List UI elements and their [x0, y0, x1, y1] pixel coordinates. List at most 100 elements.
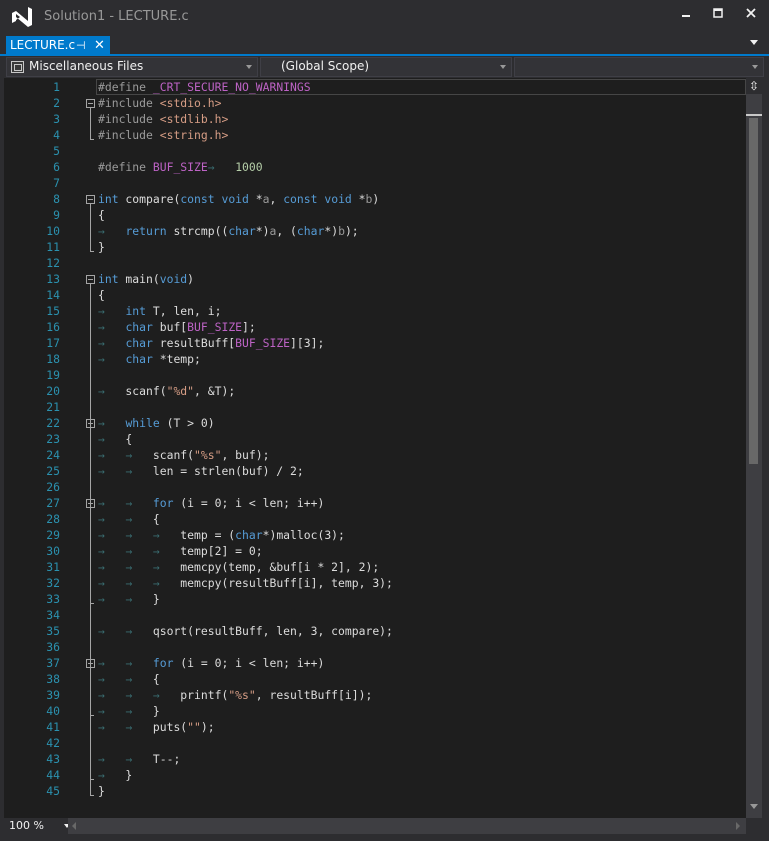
- code-token: char: [125, 336, 153, 350]
- code-line[interactable]: 2 #include <stdio.h>: [4, 95, 746, 111]
- code-line[interactable]: 4 #include <string.h>: [4, 127, 746, 143]
- code-line[interactable]: 1 #define _CRT_SECURE_NO_WARNINGS: [4, 79, 746, 95]
- code-token: T--;: [132, 752, 181, 766]
- code-line[interactable]: 17 → char resultBuff[BUF_SIZE][3];: [4, 335, 746, 351]
- code-line[interactable]: 22 → while (T > 0): [4, 415, 746, 431]
- scroll-right-icon[interactable]: [736, 822, 740, 830]
- code-token: <stdio.h>: [152, 96, 222, 110]
- code-token: {: [132, 512, 160, 526]
- code-token: *): [324, 224, 339, 238]
- tab-close-icon[interactable]: ✕: [94, 36, 105, 55]
- code-token: →: [98, 352, 105, 366]
- code-line[interactable]: 30 → → → temp[2] = 0;: [4, 543, 746, 559]
- split-window-icon[interactable]: ⇳: [746, 78, 762, 94]
- code-line[interactable]: 44 → }: [4, 767, 746, 783]
- code-text: → → T--;: [98, 751, 180, 767]
- code-line[interactable]: 43 → → T--;: [4, 751, 746, 767]
- code-line[interactable]: 7: [4, 175, 746, 191]
- collapse-icon[interactable]: [86, 99, 95, 108]
- code-editor[interactable]: 1 #define _CRT_SECURE_NO_WARNINGS 2 #includ…: [4, 78, 746, 818]
- maximize-button[interactable]: [705, 4, 731, 26]
- pin-icon[interactable]: ⊣: [76, 36, 86, 55]
- zoom-dropdown[interactable]: 100 %: [6, 818, 70, 834]
- code-line[interactable]: 32 → → → memcpy(resultBuff[i], temp, 3);: [4, 575, 746, 591]
- code-line[interactable]: 25 → → len = strlen(buf) / 2;: [4, 463, 746, 479]
- code-line[interactable]: 8 int compare(const void *a, const void *…: [4, 191, 746, 207]
- code-line[interactable]: 20 → scanf("%d", &T);: [4, 383, 746, 399]
- scope-dropdown[interactable]: (Global Scope): [260, 57, 512, 77]
- code-line[interactable]: 36: [4, 639, 746, 655]
- code-line[interactable]: 45}: [4, 783, 746, 799]
- code-line[interactable]: 29 → → → temp = (char*)malloc(3);: [4, 527, 746, 543]
- code-line[interactable]: 24 → → scanf("%s", buf);: [4, 447, 746, 463]
- collapse-icon[interactable]: [86, 195, 95, 204]
- line-number: 13: [46, 272, 60, 286]
- code-token: ): [372, 192, 380, 206]
- code-text: }: [98, 239, 105, 255]
- close-window-button[interactable]: [738, 4, 764, 26]
- code-line[interactable]: 5: [4, 143, 746, 159]
- code-line[interactable]: 28 → → {: [4, 511, 746, 527]
- code-line[interactable]: 19: [4, 367, 746, 383]
- code-line[interactable]: 9{: [4, 207, 746, 223]
- code-text: → → puts("");: [98, 719, 215, 735]
- code-token: <stdlib.h>: [152, 112, 229, 126]
- code-line[interactable]: 33 → → }: [4, 591, 746, 607]
- code-token: #define: [98, 160, 147, 174]
- code-line[interactable]: 26: [4, 479, 746, 495]
- code-line[interactable]: 37 → → for (i = 0; i < len; i++): [4, 655, 746, 671]
- code-line[interactable]: 12: [4, 255, 746, 271]
- code-line[interactable]: 41 → → puts("");: [4, 719, 746, 735]
- scroll-down-icon[interactable]: [750, 804, 758, 809]
- code-token: {: [98, 208, 105, 222]
- line-number: 1: [53, 80, 60, 94]
- vertical-scrollbar[interactable]: ⇳: [746, 78, 762, 818]
- code-line[interactable]: 38 → → {: [4, 671, 746, 687]
- tab-overflow-dropdown-icon[interactable]: [750, 40, 758, 45]
- member-dropdown[interactable]: [514, 57, 764, 77]
- scroll-left-icon[interactable]: [72, 822, 76, 830]
- code-line[interactable]: 35 → → qsort(resultBuff, len, 3, compare)…: [4, 623, 746, 639]
- code-line[interactable]: 21: [4, 399, 746, 415]
- horizontal-scrollbar[interactable]: [68, 818, 746, 834]
- code-token: for: [152, 656, 174, 670]
- code-line[interactable]: 23 → {: [4, 431, 746, 447]
- code-token: {: [132, 672, 160, 686]
- code-line[interactable]: 42: [4, 735, 746, 751]
- code-text: → }: [98, 767, 132, 783]
- code-line[interactable]: 16 → char buf[BUF_SIZE];: [4, 319, 746, 335]
- line-number: 40: [46, 704, 60, 718]
- code-line[interactable]: 15 → int T, len, i;: [4, 303, 746, 319]
- code-line[interactable]: 34: [4, 607, 746, 623]
- code-line[interactable]: 11}: [4, 239, 746, 255]
- code-text: #include <string.h>: [98, 127, 228, 143]
- code-line[interactable]: 14 {: [4, 287, 746, 303]
- code-line[interactable]: 39 → → → printf("%s", resultBuff[i]);: [4, 687, 746, 703]
- outline-guide: [90, 668, 91, 715]
- code-token: "%s": [228, 688, 256, 702]
- vertical-scroll-thumb[interactable]: [749, 118, 758, 464]
- code-line[interactable]: 40 → → }: [4, 703, 746, 719]
- collapse-icon[interactable]: [86, 275, 95, 284]
- code-line[interactable]: 18 → char *temp;: [4, 351, 746, 367]
- code-token: void: [324, 192, 352, 206]
- line-number: 38: [46, 672, 60, 686]
- minimize-button[interactable]: [673, 4, 699, 26]
- code-token: char: [125, 320, 153, 334]
- code-line[interactable]: 3 #include <stdlib.h>: [4, 111, 746, 127]
- tab-lecture-c[interactable]: LECTURE.c ⊣ ✕: [6, 36, 110, 56]
- code-line[interactable]: 6 #define BUF_SIZE→ 1000: [4, 159, 746, 175]
- code-line[interactable]: 10 → return strcmp((char*)a, (char*)b);: [4, 223, 746, 239]
- code-line[interactable]: 31 → → → memcpy(temp, &buf[i * 2], 2);: [4, 559, 746, 575]
- visual-studio-logo-icon: [12, 7, 32, 27]
- code-line[interactable]: 27 → → for (i = 0; i < len; i++): [4, 495, 746, 511]
- code-line[interactable]: 13 int main(void): [4, 271, 746, 287]
- project-dropdown[interactable]: Miscellaneous Files: [6, 57, 258, 77]
